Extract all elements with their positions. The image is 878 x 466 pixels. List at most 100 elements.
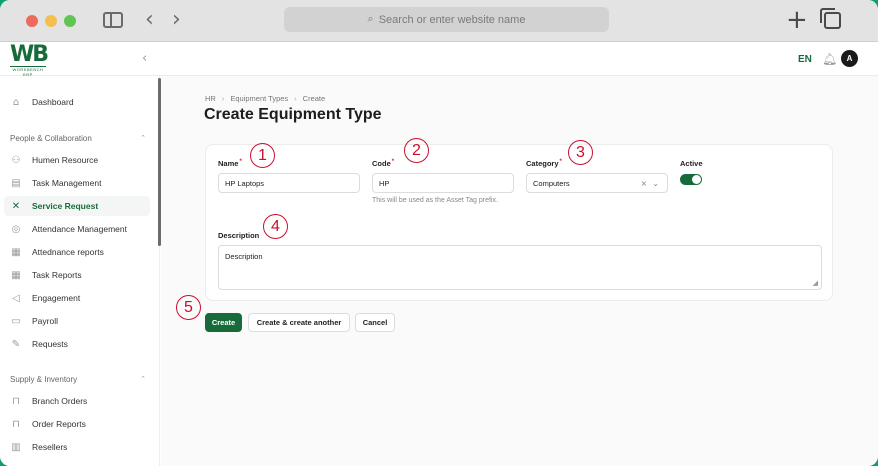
- address-placeholder: Search or enter website name: [378, 13, 526, 26]
- create-another-button[interactable]: Create & create another: [248, 313, 350, 332]
- category-label-text: Category: [526, 159, 559, 168]
- chevron-up-icon: ⌃: [140, 134, 146, 142]
- megaphone-icon: ◁: [12, 292, 20, 304]
- sidebar-item-attendance-reports[interactable]: ▦ Attednance reports: [4, 242, 150, 262]
- annotation-marker-1: 1: [250, 143, 275, 168]
- report-icon: ▦: [11, 246, 21, 258]
- cancel-button[interactable]: Cancel: [355, 313, 395, 332]
- required-indicator: *: [559, 159, 562, 165]
- sidebar-item-attendance-management[interactable]: ◎ Attendance Management: [4, 219, 150, 239]
- chevron-down-icon[interactable]: ⌄: [652, 179, 659, 188]
- edit-icon: ✎: [11, 338, 21, 350]
- clipboard-icon: ▤: [11, 177, 21, 189]
- category-selected-value: Computers: [533, 178, 570, 188]
- bag-icon: ⊓: [12, 395, 20, 407]
- tools-icon: ✕: [11, 200, 21, 212]
- sidebar-item-label: Humen Resource: [32, 155, 99, 165]
- breadcrumb-separator-icon: ›: [221, 94, 225, 103]
- home-icon: ⌂: [12, 96, 20, 108]
- breadcrumb: HR › Equipment Types › Create: [205, 94, 325, 103]
- app-header: WB WORKBENCH ERP ‹ EN 🔔︎ A: [0, 42, 878, 77]
- app-window: ‹ › ⌕ Search or enter website name + WB …: [0, 0, 878, 466]
- sidebar-group-title: Supply & Inventory: [10, 375, 78, 384]
- logo-mark: WB: [10, 42, 49, 67]
- close-window-button[interactable]: [26, 15, 38, 27]
- collapse-sidebar-icon[interactable]: ‹: [142, 51, 147, 66]
- address-bar[interactable]: ⌕ Search or enter website name: [284, 7, 609, 32]
- avatar[interactable]: A: [841, 50, 858, 67]
- sidebar-item-label: Order Reports: [32, 419, 86, 429]
- required-indicator: *: [239, 159, 242, 165]
- description-field[interactable]: Description ◢: [218, 245, 822, 290]
- maximize-window-button[interactable]: [64, 15, 76, 27]
- sidebar-item-label: Service Request: [32, 201, 99, 211]
- category-label: Category*: [526, 159, 562, 168]
- annotation-marker-4: 4: [263, 214, 288, 239]
- bag-icon: ⊓: [12, 418, 20, 430]
- sidebar-item-requests[interactable]: ✎ Requests: [4, 334, 150, 354]
- description-placeholder: Description: [225, 252, 263, 261]
- sidebar-group-title: People & Collaboration: [10, 134, 92, 143]
- sidebar-item-task-reports[interactable]: ▦ Task Reports: [4, 265, 150, 285]
- code-label: Code*: [372, 159, 394, 168]
- active-label: Active: [680, 159, 703, 168]
- sidebar-item-dashboard[interactable]: ⌂ Dashboard: [4, 92, 150, 112]
- required-indicator: *: [391, 159, 395, 165]
- sidebar-item-label: Attendance Management: [32, 224, 127, 234]
- chevron-up-icon: ⌃: [140, 375, 146, 383]
- sidebar-item-order-reports[interactable]: ⊓ Order Reports: [4, 414, 150, 434]
- active-toggle[interactable]: [680, 174, 702, 185]
- sidebar-group-supply[interactable]: Supply & Inventory ⌃: [10, 375, 150, 384]
- sidebar-item-resellers[interactable]: ▥ Resellers: [4, 437, 150, 457]
- bell-icon[interactable]: 🔔︎: [822, 52, 837, 66]
- search-icon: ⌕: [367, 13, 374, 25]
- name-label-text: Name: [218, 159, 239, 168]
- sidebar-item-label: Task Reports: [32, 270, 82, 280]
- category-select[interactable]: Computers × ⌄: [526, 173, 668, 193]
- back-icon[interactable]: ‹: [145, 8, 154, 32]
- toggle-knob: [692, 175, 701, 184]
- users-icon: ⚇: [11, 154, 21, 166]
- sidebar-item-humen-resource[interactable]: ⚇ Humen Resource: [4, 150, 150, 170]
- sidebar-item-branch-orders[interactable]: ⊓ Branch Orders: [4, 391, 150, 411]
- sidebar-item-label: Requests: [32, 339, 68, 349]
- create-button[interactable]: Create: [205, 313, 242, 332]
- breadcrumb-item-hr[interactable]: HR: [205, 94, 216, 103]
- sidebar-item-label: Resellers: [32, 442, 68, 452]
- sidebar-item-label: Task Management: [32, 178, 102, 188]
- language-switcher[interactable]: EN: [798, 54, 812, 65]
- page-title: Create Equipment Type: [204, 106, 382, 123]
- sidebar-item-label: Payroll: [32, 316, 58, 326]
- fingerprint-icon: ◎: [11, 223, 21, 235]
- sidebar-group-people[interactable]: People & Collaboration ⌃: [10, 134, 150, 143]
- name-label: Name*: [218, 159, 242, 168]
- browser-toolbar: ‹ › ⌕ Search or enter website name +: [0, 0, 878, 42]
- resize-handle-icon[interactable]: ◢: [813, 279, 818, 287]
- breadcrumb-separator-icon: ›: [294, 94, 297, 103]
- select-controls: × ⌄: [641, 179, 660, 188]
- breadcrumb-item-equipment-types[interactable]: Equipment Types: [230, 94, 288, 103]
- code-hint: This will be used as the Asset Tag prefi…: [372, 197, 498, 204]
- sidebar-item-engagement[interactable]: ◁ Engagement: [4, 288, 150, 308]
- annotation-marker-2: 2: [404, 138, 429, 163]
- forward-icon[interactable]: ›: [172, 8, 181, 32]
- clear-icon[interactable]: ×: [641, 179, 648, 188]
- name-field[interactable]: HP Laptops: [218, 173, 360, 193]
- minimize-window-button[interactable]: [45, 15, 57, 27]
- tab-overview-icon[interactable]: [820, 8, 841, 29]
- annotation-marker-3: 3: [568, 140, 593, 165]
- code-field[interactable]: HP: [372, 173, 514, 193]
- form-card: Name* HP Laptops Code* HP This will be u…: [205, 144, 833, 301]
- annotation-marker-5: 5: [176, 295, 201, 320]
- logo[interactable]: WB WORKBENCH ERP: [10, 42, 54, 77]
- sidebar-item-service-request[interactable]: ✕ Service Request: [4, 196, 150, 216]
- breadcrumb-item-create: Create: [302, 94, 326, 103]
- new-tab-icon[interactable]: +: [786, 6, 808, 34]
- code-label-text: Code: [372, 159, 391, 168]
- sidebar-item-label: Branch Orders: [32, 396, 88, 406]
- sidebar-toggle-icon[interactable]: [103, 12, 123, 28]
- sidebar-item-label: Attednance reports: [32, 247, 104, 257]
- main-content: HR › Equipment Types › Create Create Equ…: [161, 76, 878, 466]
- sidebar-item-payroll[interactable]: ▭ Payroll: [4, 311, 150, 331]
- sidebar-item-task-management[interactable]: ▤ Task Management: [4, 173, 150, 193]
